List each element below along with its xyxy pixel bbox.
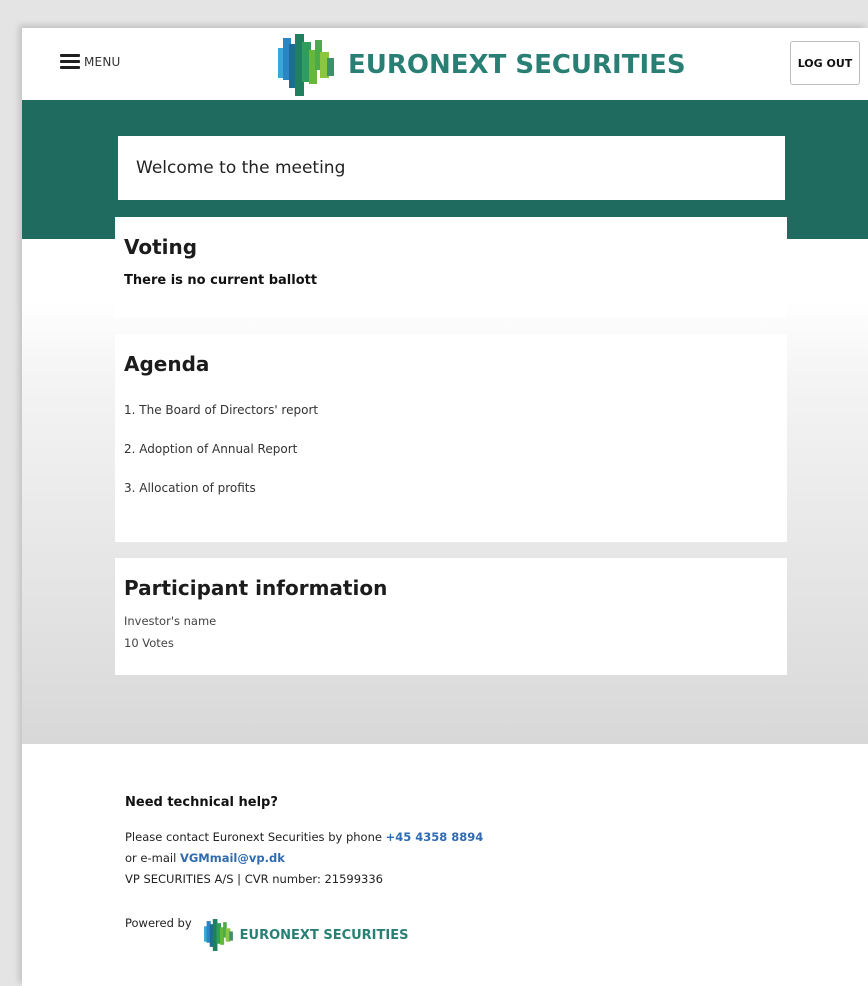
euronext-mark-icon (278, 34, 334, 96)
brand-name: EURONEXT SECURITIES (348, 50, 686, 80)
contact-info: Please contact Euronext Securities by ph… (125, 827, 868, 890)
agenda-item: 2. Adoption of Annual Report (124, 442, 298, 456)
participant-card: Participant information Investor's name … (115, 558, 787, 675)
hamburger-icon (60, 54, 80, 69)
participant-title: Participant information (124, 576, 388, 600)
euronext-mark-small-icon (203, 919, 233, 951)
company-info: VP SECURITIES A/S | CVR number: 21599336 (125, 872, 384, 886)
welcome-banner: Welcome to the meeting (118, 136, 785, 200)
menu-label: MENU (84, 54, 121, 69)
voting-card: Voting There is no current ballott (115, 217, 787, 318)
powered-by: Powered by EURONEXT SECURITIES (125, 912, 868, 952)
menu-button[interactable]: MENU (60, 54, 121, 69)
email-link[interactable]: VGMmail@vp.dk (180, 851, 285, 865)
app-window: MENU EURONEXT SECURITIES LOG OUT Welcome… (22, 28, 868, 986)
help-title: Need technical help? (125, 795, 278, 810)
agenda-card: Agenda 1. The Board of Directors' report… (115, 334, 787, 542)
vote-count: 10 Votes (124, 636, 174, 650)
contact-prefix: Please contact Euronext Securities by ph… (125, 830, 382, 844)
footer-logo: EURONEXT SECURITIES (203, 918, 409, 952)
footer-brand-name: EURONEXT SECURITIES (239, 927, 409, 943)
phone-link[interactable]: +45 4358 8894 (386, 830, 484, 844)
voting-title: Voting (124, 235, 198, 259)
powered-by-label: Powered by (125, 916, 192, 930)
agenda-item: 1. The Board of Directors' report (124, 403, 319, 417)
brand-logo: EURONEXT SECURITIES (278, 32, 686, 98)
email-prefix: or e-mail (125, 851, 177, 865)
top-header: MENU EURONEXT SECURITIES LOG OUT (22, 28, 868, 100)
footer: Need technical help? Please contact Euro… (22, 744, 868, 986)
agenda-list: 1. The Board of Directors' report 2. Ado… (124, 402, 778, 519)
agenda-item: 3. Allocation of profits (124, 481, 256, 495)
ballot-status: There is no current ballott (124, 273, 318, 288)
investor-name: Investor's name (124, 614, 217, 628)
logout-button[interactable]: LOG OUT (790, 41, 860, 85)
agenda-title: Agenda (124, 352, 210, 376)
